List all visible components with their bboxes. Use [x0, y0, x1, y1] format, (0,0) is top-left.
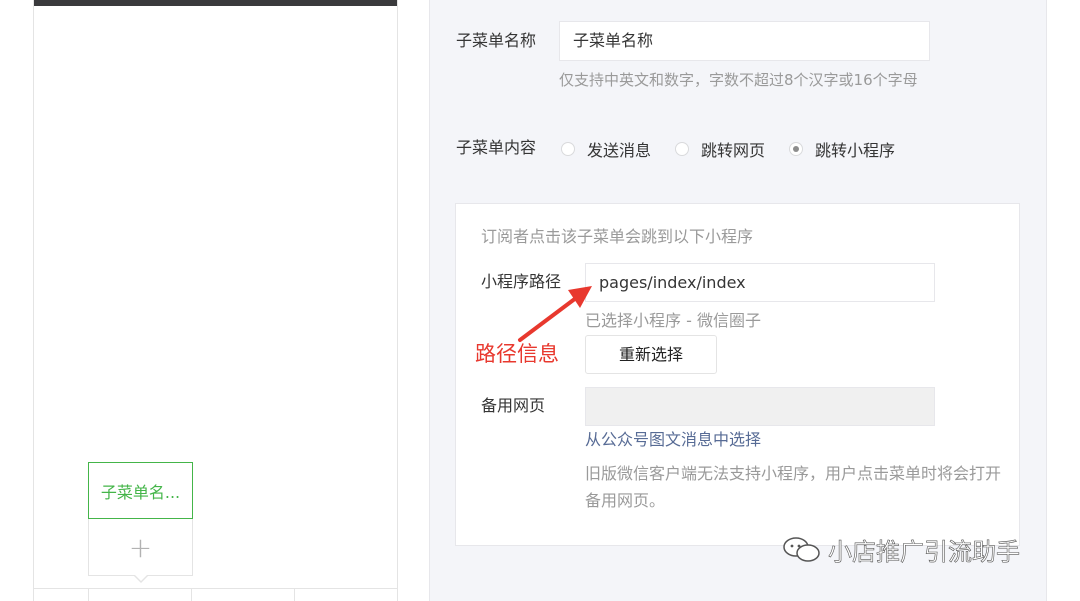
add-submenu-button[interactable]: +	[88, 519, 193, 576]
radio-open-webpage[interactable]: 跳转网页	[675, 137, 765, 161]
radio-open-miniprogram[interactable]: 跳转小程序	[789, 137, 895, 161]
radio-open-miniprogram-label: 跳转小程序	[815, 141, 896, 160]
radio-send-message[interactable]: 发送消息	[561, 137, 651, 161]
submenu-content-label: 子菜单内容	[456, 138, 537, 157]
menu-bar-item-2[interactable]	[192, 589, 295, 601]
submenu-name-input[interactable]: 子菜单名称	[559, 21, 930, 61]
bottom-menu-bar	[34, 588, 397, 601]
backup-webpage-label: 备用网页	[481, 396, 546, 415]
miniprogram-intro-text: 订阅者点击该子菜单会跳到以下小程序	[481, 227, 754, 246]
radio-open-webpage-circle[interactable]	[675, 142, 690, 156]
submenu-item-label: 子菜单名...	[100, 482, 181, 502]
watermark-text: 小店推广引流助手	[828, 538, 1021, 567]
submenu-item-selected[interactable]: 子菜单名...	[88, 462, 193, 519]
radio-send-message-label: 发送消息	[587, 141, 652, 160]
select-from-articles-link[interactable]: 从公众号图文消息中选择	[585, 428, 761, 452]
menu-bar-item-1[interactable]	[89, 589, 192, 601]
menu-bar-item-3[interactable]	[295, 589, 397, 601]
submenu-name-hint: 仅支持中英文和数字，字数不超过8个汉字或16个字母	[559, 71, 918, 89]
watermark: 小店推广引流助手	[782, 532, 1020, 567]
menu-preview: 子菜单名... +	[33, 0, 398, 601]
submenu-name-label: 子菜单名称	[456, 31, 537, 50]
content-type-radio-group: 发送消息 跳转网页 跳转小程序	[561, 134, 919, 164]
annotation-label: 路径信息	[475, 342, 559, 366]
menu-bar-keyboard-cell[interactable]	[34, 589, 89, 601]
radio-open-miniprogram-circle[interactable]	[789, 142, 804, 156]
wechat-chat-icon	[783, 536, 820, 562]
reselect-button[interactable]: 重新选择	[585, 335, 717, 374]
backup-webpage-hint: 旧版微信客户端无法支持小程序，用户点击菜单时将会打开备用网页。	[585, 464, 1002, 510]
miniprogram-path-input[interactable]: pages/index/index	[585, 263, 935, 302]
plus-icon: +	[128, 530, 153, 564]
phone-top-bar	[34, 0, 397, 6]
submenu-popover-arrow	[134, 575, 148, 583]
selected-miniprogram-text: 已选择小程序 - 微信圈子	[585, 311, 761, 330]
radio-send-message-circle[interactable]	[561, 142, 575, 156]
radio-open-webpage-label: 跳转网页	[701, 141, 766, 160]
backup-webpage-input[interactable]	[585, 387, 935, 426]
